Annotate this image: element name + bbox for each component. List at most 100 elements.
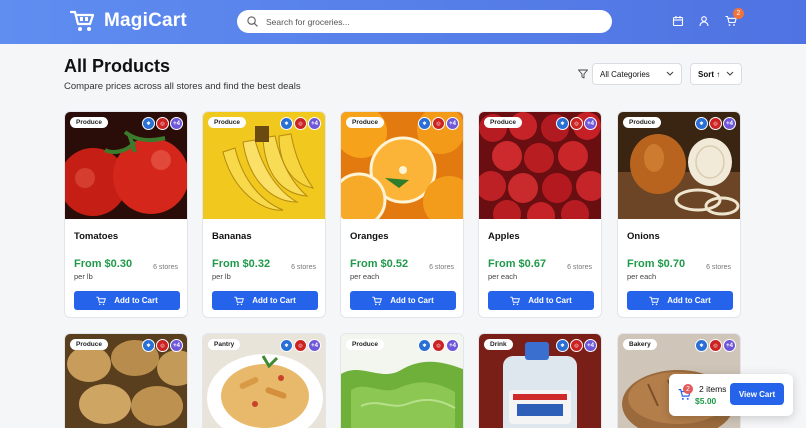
more-stores-badge: +4 [584, 117, 597, 130]
product-name: Tomatoes [74, 231, 119, 242]
product-card-onions[interactable]: Produce ✱ ◎ +4 Onions From $0.70 per eac… [617, 111, 741, 318]
product-price: From $0.32 [212, 258, 271, 270]
top-header: MagiCart 2 [0, 0, 806, 44]
product-card-pasta[interactable]: Pantry ✱ ◎ +4 [202, 333, 326, 428]
product-unit: per each [488, 272, 518, 281]
store-icons: ✱ ◎ +4 [142, 117, 183, 130]
walmart-store-icon: ✱ [695, 117, 708, 130]
view-cart-button[interactable]: View Cart [730, 383, 784, 405]
category-filter-select[interactable]: All Categories [592, 63, 682, 85]
filter-icon [578, 69, 588, 79]
add-to-cart-button[interactable]: Add to Cart [488, 291, 594, 310]
product-unit: per each [350, 272, 380, 281]
product-unit: per each [627, 272, 657, 281]
sort-select[interactable]: Sort ↑ [690, 63, 742, 85]
store-count: 6 stores [706, 264, 731, 271]
product-card-oranges[interactable]: Produce ✱ ◎ +4 Oranges From $0.52 per ea… [340, 111, 464, 318]
more-stores-badge: +4 [308, 117, 321, 130]
walmart-store-icon: ✱ [280, 117, 293, 130]
walmart-store-icon: ✱ [556, 339, 569, 352]
floating-cart-summary: 2 2 items $5.00 View Cart [669, 374, 793, 416]
category-badge: Produce [70, 339, 109, 350]
walmart-store-icon: ✱ [418, 117, 431, 130]
more-stores-badge: +4 [723, 339, 736, 352]
more-stores-badge: +4 [170, 339, 183, 352]
brand-name: MagiCart [104, 10, 187, 31]
cart-icon [96, 296, 107, 305]
product-price: From $0.67 [488, 258, 547, 270]
target-store-icon: ◎ [709, 117, 722, 130]
add-to-cart-label: Add to Cart [390, 296, 434, 305]
store-icons: ✱ ◎ +4 [695, 339, 736, 352]
target-store-icon: ◎ [570, 339, 583, 352]
store-count: 6 stores [429, 264, 454, 271]
product-card-bananas[interactable]: Produce ✱ ◎ +4 Bananas From $0.32 per lb… [202, 111, 326, 318]
target-store-icon: ◎ [432, 117, 445, 130]
store-icons: ✱ ◎ +4 [280, 339, 321, 352]
product-price: From $0.30 [74, 258, 133, 270]
category-badge: Produce [623, 117, 662, 128]
more-stores-badge: +4 [446, 117, 459, 130]
category-badge: Produce [70, 117, 109, 128]
target-store-icon: ◎ [156, 117, 169, 130]
user-icon[interactable] [698, 15, 710, 27]
walmart-store-icon: ✱ [142, 117, 155, 130]
add-to-cart-button[interactable]: Add to Cart [350, 291, 456, 310]
calendar-icon[interactable] [672, 15, 684, 27]
page-title: All Products [64, 56, 171, 76]
walmart-store-icon: ✱ [280, 339, 293, 352]
cart-icon [649, 296, 660, 305]
store-icons: ✱ ◎ +4 [418, 339, 459, 352]
product-unit: per lb [212, 272, 231, 281]
product-card-lettuce[interactable]: Produce ✱ ◎ +4 [340, 333, 464, 428]
add-to-cart-button[interactable]: Add to Cart [74, 291, 180, 310]
cart-logo-icon [70, 10, 94, 31]
category-badge: Produce [346, 339, 385, 350]
add-to-cart-button[interactable]: Add to Cart [212, 291, 318, 310]
product-name: Onions [627, 231, 660, 242]
store-icons: ✱ ◎ +4 [556, 117, 597, 130]
category-badge: Produce [346, 117, 385, 128]
category-badge: Bakery [623, 339, 657, 350]
target-store-icon: ◎ [294, 117, 307, 130]
walmart-store-icon: ✱ [418, 339, 431, 352]
search-input[interactable] [266, 16, 586, 27]
product-name: Apples [488, 231, 520, 242]
product-card-tomatoes[interactable]: Produce ✱ ◎ +4 Tomatoes From $0.30 per l… [64, 111, 188, 318]
cart-count-badge: 2 [733, 8, 744, 19]
cart-count-badge: 2 [683, 384, 693, 394]
store-icons: ✱ ◎ +4 [695, 117, 736, 130]
category-filter-value: All Categories [600, 69, 650, 79]
sort-label: Sort ↑ [698, 69, 721, 79]
product-unit: per lb [74, 272, 93, 281]
more-stores-badge: +4 [170, 117, 183, 130]
more-stores-badge: +4 [723, 117, 736, 130]
store-count: 6 stores [153, 264, 178, 271]
store-count: 6 stores [567, 264, 592, 271]
more-stores-badge: +4 [446, 339, 459, 352]
add-to-cart-label: Add to Cart [252, 296, 296, 305]
add-to-cart-button[interactable]: Add to Cart [627, 291, 733, 310]
brand-logo[interactable]: MagiCart [70, 10, 187, 32]
target-store-icon: ◎ [156, 339, 169, 352]
category-badge: Drink [484, 339, 513, 350]
walmart-store-icon: ✱ [556, 117, 569, 130]
search-icon [247, 16, 258, 27]
cart-icon [372, 296, 383, 305]
product-card-potatoes[interactable]: Produce ✱ ◎ +4 [64, 333, 188, 428]
walmart-store-icon: ✱ [695, 339, 708, 352]
target-store-icon: ◎ [294, 339, 307, 352]
product-price: From $0.70 [627, 258, 686, 270]
page-subtitle: Compare prices across all stores and fin… [64, 81, 301, 92]
store-icons: ✱ ◎ +4 [418, 117, 459, 130]
store-icons: ✱ ◎ +4 [280, 117, 321, 130]
product-card-water[interactable]: Drink ✱ ◎ +4 [478, 333, 602, 428]
search-bar[interactable] [237, 10, 612, 33]
product-name: Oranges [350, 231, 389, 242]
chevron-down-icon [666, 71, 674, 76]
add-to-cart-label: Add to Cart [528, 296, 572, 305]
store-icons: ✱ ◎ +4 [142, 339, 183, 352]
more-stores-badge: +4 [308, 339, 321, 352]
product-card-apples[interactable]: Produce ✱ ◎ +4 Apples From $0.67 per eac… [478, 111, 602, 318]
chevron-down-icon [726, 71, 734, 76]
